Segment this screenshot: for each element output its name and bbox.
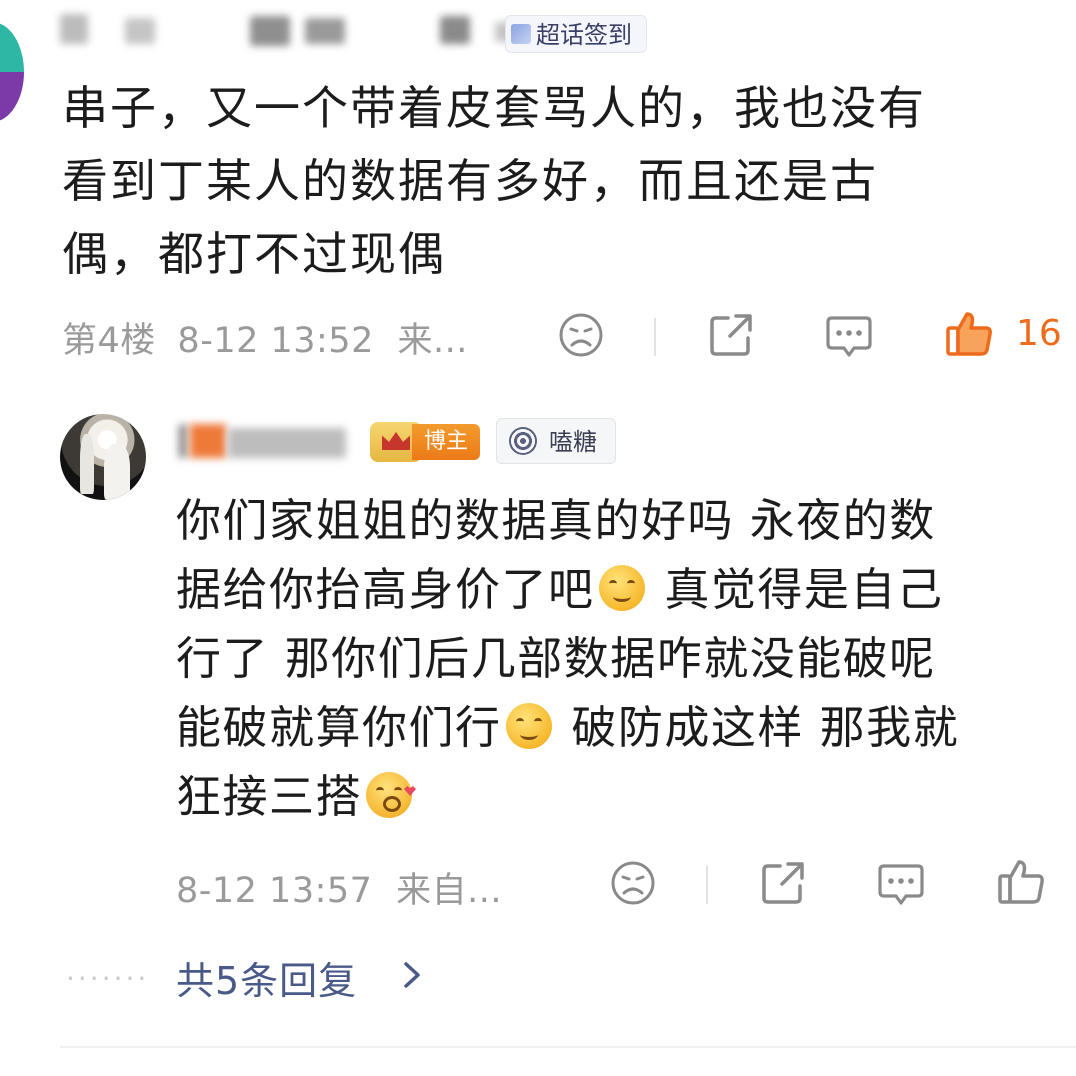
reply-line: 狂接三搭 (176, 762, 1061, 831)
supertopic-checkin-badge[interactable]: 超话签到 (505, 15, 647, 53)
commenter-avatar[interactable] (0, 22, 24, 122)
dislike-icon[interactable] (608, 858, 658, 908)
reply-body: 你们家姐姐的数据真的好吗 永夜的数 据给你抬高身价了吧 真觉得是自己 行了 那你… (176, 486, 1061, 831)
smile-emoji-icon (505, 703, 552, 749)
share-icon[interactable] (758, 858, 808, 908)
share-arrow-icon (710, 314, 752, 356)
comment-body: 串子，又一个带着皮套骂人的，我也没有 看到丁某人的数据有多好，而且还是古 偶，都… (62, 72, 1052, 291)
redacted-username (440, 16, 470, 44)
reply-line: 行了 那你们后几部数据咋就没能破呢 (176, 632, 936, 685)
sad-face-icon (611, 861, 655, 905)
chat-bubble-icon (878, 864, 924, 905)
comment-line: 串子，又一个带着皮套骂人的，我也没有 (62, 81, 926, 135)
redacted-username (125, 18, 155, 44)
reply-meta: 8-12 13:57 来自... (176, 862, 502, 913)
source-label: 来... (397, 321, 468, 361)
comment-meta: 第4楼 8-12 13:52 来... (62, 312, 468, 363)
redacted-username (305, 18, 345, 44)
share-icon[interactable] (706, 310, 756, 360)
badge-icon (511, 24, 531, 44)
thumbs-up-icon (998, 860, 1044, 904)
smile-emoji-icon (598, 565, 645, 611)
source-label: 来自... (396, 871, 502, 911)
share-arrow-icon (762, 862, 804, 904)
redacted-username (60, 14, 88, 44)
thread-dots: ······· (66, 962, 150, 995)
comment-icon[interactable] (876, 858, 926, 908)
redacted-username (250, 16, 290, 46)
comment-line: 看到丁某人的数据有多好，而且还是古 (62, 154, 878, 208)
section-divider (60, 1046, 1076, 1048)
replier-avatar[interactable] (60, 414, 146, 500)
timestamp: 8-12 13:57 (176, 871, 373, 911)
view-more-replies-link[interactable]: 共5条回复 (176, 950, 357, 1005)
reply-line: 能破就算你们行 破防成这样 那我就 (176, 701, 960, 754)
redacted-username (190, 424, 226, 458)
reply-line: 据给你抬高身价了吧 真觉得是自己 (176, 563, 944, 616)
action-divider (654, 318, 656, 356)
floor-number: 第4楼 (62, 321, 156, 361)
sad-face-icon (559, 313, 603, 357)
like-count: 16 (1016, 313, 1062, 354)
comment-line: 偶，都打不过现偶 (62, 227, 446, 281)
action-divider (706, 866, 708, 904)
candy-badge[interactable]: 嗑糖 (496, 418, 616, 464)
redacted-username (228, 428, 346, 458)
thumbs-up-icon (946, 312, 992, 356)
pleading-emoji-icon (366, 772, 417, 818)
blogger-badge[interactable]: 博主 (412, 424, 481, 460)
reply-line: 你们家姐姐的数据真的好吗 永夜的数 (176, 494, 936, 547)
redacted-username (178, 424, 188, 458)
badge-label: 嗑糖 (549, 428, 597, 456)
badge-label: 超话签到 (536, 21, 632, 49)
lollipop-icon (509, 427, 537, 455)
comment-icon[interactable] (824, 310, 874, 360)
chevron-right-icon[interactable] (398, 958, 426, 992)
timestamp: 8-12 13:52 (177, 321, 374, 361)
like-button[interactable] (996, 856, 1046, 906)
like-button[interactable] (944, 308, 994, 358)
dislike-icon[interactable] (556, 310, 606, 360)
chat-bubble-icon (826, 316, 872, 357)
